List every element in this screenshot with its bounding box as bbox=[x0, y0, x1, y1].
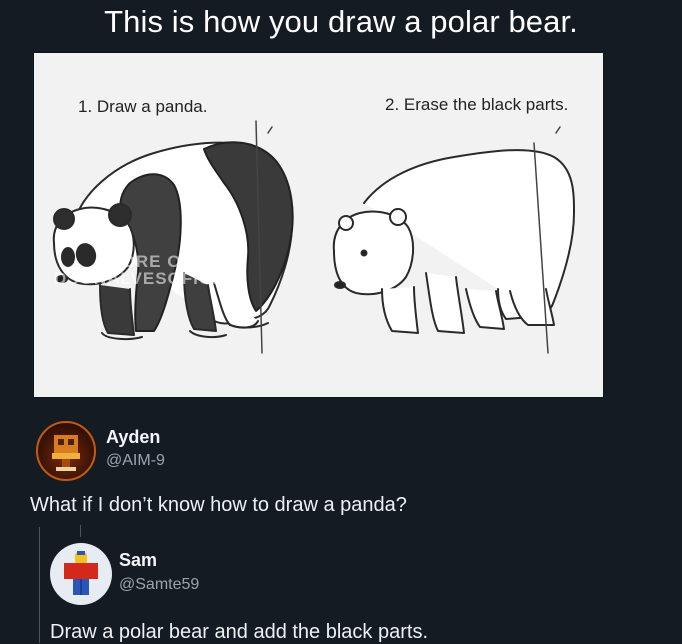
ayden-handle[interactable]: @AIM-9 bbox=[106, 452, 165, 470]
watermark: CORE O: DSONALVESOFICIAL bbox=[54, 253, 243, 287]
ayden-reply-text: What if I don’t know how to draw a panda… bbox=[30, 494, 407, 516]
sam-handle[interactable]: @Samte59 bbox=[119, 576, 199, 594]
pixel-character-icon bbox=[52, 435, 80, 471]
bear-drawing-image[interactable]: 1. Draw a panda. 2. Erase the black part… bbox=[34, 53, 603, 397]
thread-connector-line bbox=[39, 527, 40, 643]
tweet-thread-screenshot: This is how you draw a polar bear. 1. Dr… bbox=[0, 0, 682, 643]
ayden-avatar[interactable] bbox=[36, 421, 96, 481]
sam-reply-text: Draw a polar bear and add the black part… bbox=[50, 621, 428, 643]
roblox-character-icon bbox=[64, 551, 98, 595]
sam-display-name[interactable]: Sam bbox=[119, 550, 157, 571]
step-1-label: 1. Draw a panda. bbox=[78, 97, 208, 116]
polar-bear-drawing bbox=[332, 126, 575, 354]
thread-tick bbox=[80, 525, 81, 537]
panda-drawing bbox=[52, 120, 294, 354]
step-2-label: 2. Erase the black parts. bbox=[385, 95, 569, 114]
sam-avatar[interactable] bbox=[50, 543, 112, 605]
ayden-display-name[interactable]: Ayden bbox=[106, 427, 160, 448]
watermark-line-2: DSONALVESOFICIAL bbox=[54, 269, 243, 288]
watermark-line-1: CORE O: bbox=[108, 252, 189, 271]
post-title: This is how you draw a polar bear. bbox=[104, 4, 578, 39]
